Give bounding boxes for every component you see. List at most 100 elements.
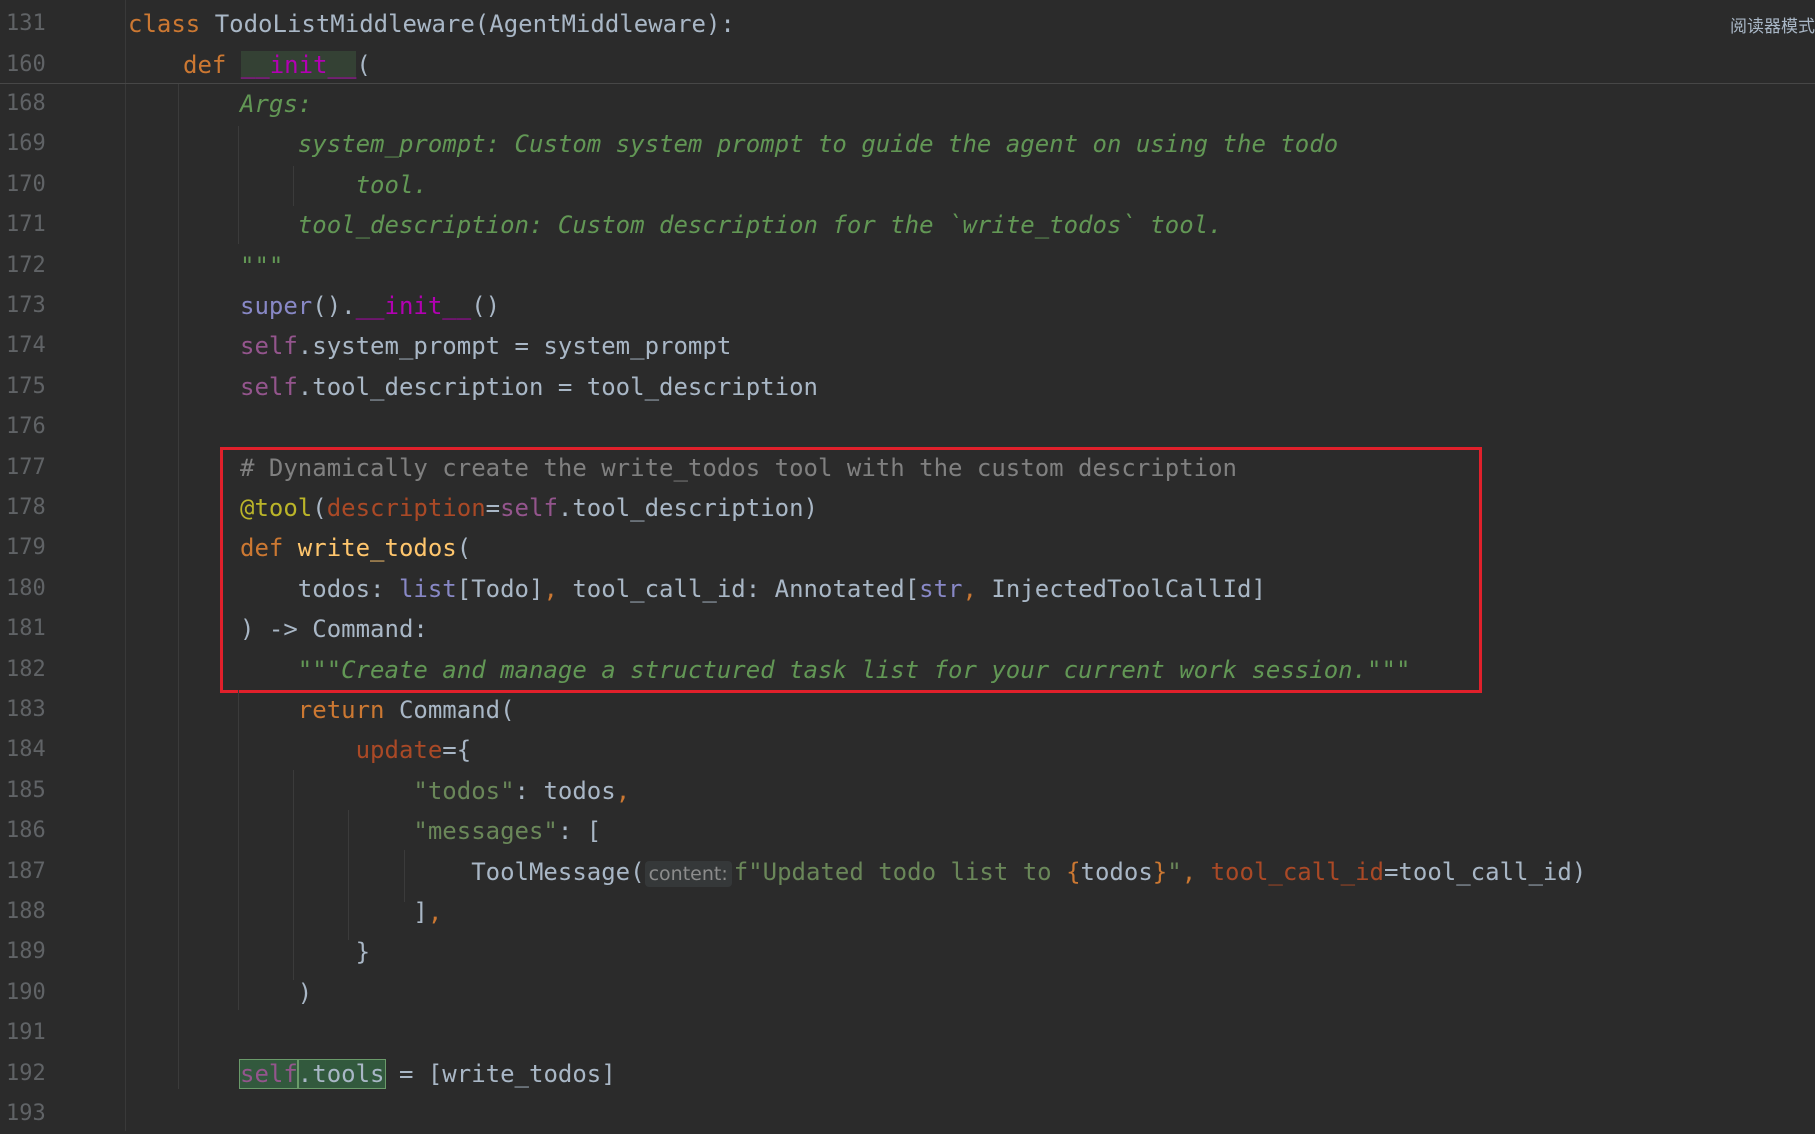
code-line: 175 self.tool_description = tool_descript…: [0, 367, 1815, 407]
code-text: todos: list[Todo], tool_call_id: Annotat…: [240, 576, 1266, 602]
code-token: ): [240, 978, 313, 1007]
line-number: 168: [6, 91, 46, 116]
code-token: InjectedToolCallId]: [991, 574, 1266, 603]
code-token: .tools: [296, 1058, 386, 1089]
code-token: self: [500, 494, 558, 522]
line-number: 177: [6, 454, 46, 480]
line-number: 192: [6, 1060, 46, 1086]
line-number: 184: [6, 737, 46, 763]
code-token: tool.: [240, 170, 428, 199]
line-number: 193: [6, 1101, 46, 1126]
code-line: 188 ],: [0, 892, 1815, 932]
line-number: 185: [6, 777, 46, 803]
indent-guide: [178, 84, 179, 1089]
code-token: .tool_description = tool_description: [297, 372, 818, 401]
line-number: 189: [6, 939, 46, 965]
code-line: 192 self.tools = [write_todos]: [0, 1054, 1815, 1094]
line-number: 175: [6, 373, 46, 399]
code-token: ,: [543, 574, 573, 603]
code-token: self: [240, 372, 298, 401]
code-text: """Create and manage a structured task l…: [240, 655, 1411, 684]
line-number: 182: [6, 656, 46, 682]
code-line: 177 # Dynamically create the write_todos …: [0, 448, 1815, 488]
code-token: ,: [1181, 857, 1211, 886]
code-token: f"Updated todo list to: [733, 857, 1067, 886]
code-token: ToolMessage(: [240, 857, 645, 886]
code-text: @tool(description=self.tool_description): [240, 495, 818, 521]
code-token: todos:: [240, 574, 399, 603]
code-line: 173 super().__init__(): [0, 286, 1815, 326]
code-line: 169 system_prompt: Custom system prompt …: [0, 124, 1815, 164]
code-line: 191: [0, 1013, 1815, 1053]
line-number: 181: [6, 616, 46, 642]
code-line: 187 ToolMessage(content: f"Updated todo l…: [0, 852, 1815, 892]
indent-guide: [238, 690, 239, 1010]
code-text: ) -> Command:: [240, 616, 428, 642]
code-text: update={: [240, 736, 472, 765]
line-number: 178: [6, 495, 46, 520]
line-number: 176: [6, 414, 46, 440]
line-number: 171: [6, 212, 46, 238]
code-line: 183 return Command(: [0, 690, 1815, 730]
code-token: todos: [1080, 857, 1153, 886]
code-token: tool_call_id: Annotated[: [572, 574, 920, 603]
code-text: ToolMessage(content: f"Updated todo list …: [240, 859, 1586, 887]
indent-guide: [348, 810, 349, 940]
code-token: ={: [442, 736, 472, 765]
code-token: return: [240, 696, 399, 724]
code-token: : todos: [514, 776, 616, 805]
code-token: ) -> Command:: [240, 615, 428, 644]
code-token: [Todo]: [456, 574, 544, 603]
line-number: 180: [6, 575, 46, 601]
code-text: def __init__(: [183, 51, 371, 79]
code-token: """: [240, 251, 284, 280]
code-token: ,: [615, 776, 631, 805]
code-token: ]: [240, 898, 428, 926]
line-number: 174: [6, 333, 46, 359]
code-token: update: [240, 736, 443, 765]
code-editor[interactable]: 阅读器模式 131 class TodoListMiddleware(AgentM…: [0, 0, 1815, 1131]
code-token: list: [398, 574, 457, 603]
code-line: 174 self.system_prompt = system_prompt: [0, 326, 1815, 366]
code-line: 190 ): [0, 973, 1815, 1013]
code-text: "messages": [: [240, 818, 601, 844]
code-text: system_prompt: Custom system prompt to g…: [240, 131, 1338, 157]
line-number: 160: [6, 52, 46, 77]
line-number: 131: [6, 11, 46, 36]
code-text: self.tools = [write_todos]: [239, 1058, 616, 1089]
line-number: 179: [6, 535, 46, 561]
code-text: self.system_prompt = system_prompt: [240, 333, 731, 359]
code-token: (: [312, 494, 327, 522]
code-token: self: [239, 1058, 299, 1089]
code-line: 189 }: [0, 932, 1815, 972]
code-token: = [write_todos]: [384, 1059, 616, 1088]
code-line: 160 def __init__(: [0, 45, 1815, 85]
line-number: 187: [6, 858, 46, 884]
code-token: }: [1152, 857, 1168, 886]
code-line: 186 "messages": [: [0, 811, 1815, 851]
code-token: "todos": [240, 776, 515, 805]
code-text: tool.: [240, 172, 428, 198]
code-text: """: [240, 253, 283, 279]
code-token: (: [456, 534, 472, 563]
code-line: 179 def write_todos(: [0, 528, 1815, 568]
code-token: self: [240, 332, 298, 361]
line-number: 172: [6, 252, 46, 278]
code-token: __init__: [240, 51, 357, 79]
indent-guide: [293, 166, 294, 206]
code-text: tool_description: Custom description for…: [240, 212, 1223, 238]
code-token: TodoListMiddleware(AgentMiddleware):: [214, 10, 735, 38]
code-text: }: [240, 939, 370, 965]
code-line: 182 """Create and manage a structured ta…: [0, 650, 1815, 690]
code-token: # Dynamically create the write_todos too…: [240, 453, 1237, 482]
code-token: tool_description: Custom description for…: [240, 211, 1223, 240]
line-number: 188: [6, 899, 46, 924]
line-number: 169: [6, 131, 46, 157]
code-token: system_prompt: Custom system prompt to g…: [240, 130, 1339, 159]
code-token: """Create and manage a structured task l…: [240, 655, 1411, 684]
code-token: super: [240, 292, 313, 320]
code-text: return Command(: [240, 697, 515, 723]
code-line: 193: [0, 1094, 1815, 1134]
code-token: "messages": [240, 817, 558, 846]
indent-guide: [404, 850, 405, 902]
